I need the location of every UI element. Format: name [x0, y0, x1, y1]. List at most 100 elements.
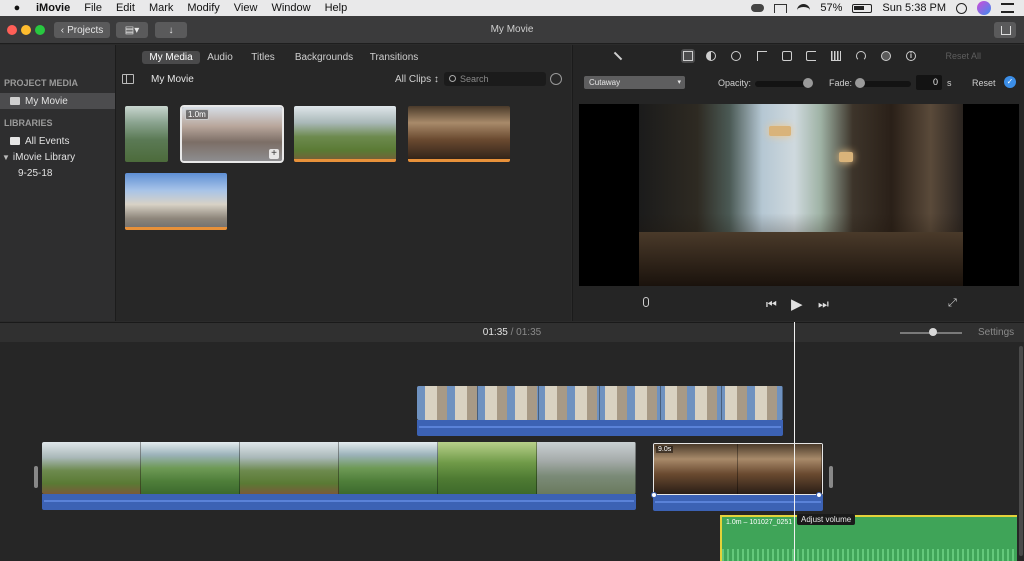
crop-icon[interactable] [755, 49, 769, 63]
media-thumbnail[interactable] [408, 106, 510, 162]
clip-appearance-icon[interactable] [550, 73, 562, 85]
video-overlay-icon[interactable] [681, 49, 695, 63]
battery-percent[interactable]: 57% [820, 2, 842, 14]
spotlight-icon[interactable] [956, 2, 967, 14]
fullscreen-icon[interactable]: ⤢ [948, 297, 960, 309]
battery-icon[interactable] [852, 3, 873, 13]
creative-cloud-icon[interactable] [751, 4, 765, 12]
overlay-mode-value: Cutaway [589, 78, 621, 87]
used-in-project-indicator [125, 227, 227, 230]
color-balance-icon[interactable] [704, 49, 718, 63]
menu-app[interactable]: iMovie [29, 2, 77, 14]
volume-icon[interactable] [804, 49, 818, 63]
trim-handle-left[interactable] [34, 466, 38, 488]
magic-wand-icon[interactable] [611, 49, 625, 63]
current-time: 01:35 [482, 327, 508, 338]
fade-unit-label: s [947, 78, 952, 88]
adjustments-bar: i Reset All [573, 45, 1024, 67]
media-thumbnail[interactable] [125, 173, 227, 230]
menu-view[interactable]: View [227, 2, 265, 14]
play-icon[interactable]: ▶ [791, 295, 803, 313]
apple-menu-icon[interactable]: ● [9, 2, 25, 14]
share-button[interactable] [994, 22, 1016, 38]
sidebar-item-my-movie[interactable]: My Movie [0, 93, 115, 109]
wifi-icon[interactable] [797, 3, 811, 13]
overlay-mode-select[interactable]: Cutaway ▾ [584, 76, 685, 89]
trim-handle-right[interactable] [829, 466, 833, 488]
cafe-scene-frame [639, 104, 963, 286]
noise-reduction-icon[interactable] [829, 49, 843, 63]
time-separator: / [510, 327, 514, 338]
tab-my-media[interactable]: My Media [142, 51, 200, 64]
counter-area [639, 232, 963, 286]
menubar-clock[interactable]: Sun 5:38 PM [882, 2, 946, 14]
libraries-sidebar: PROJECT MEDIA My Movie LIBRARIES All Eve… [0, 45, 116, 321]
menu-modify[interactable]: Modify [180, 2, 226, 14]
used-in-project-indicator [294, 159, 396, 162]
timeline-settings-button[interactable]: Settings [978, 327, 1014, 338]
browser-title: My Movie [151, 74, 194, 85]
menu-edit[interactable]: Edit [109, 2, 142, 14]
siri-icon[interactable] [977, 1, 991, 15]
media-thumbnail-selected[interactable]: 1.0m + [180, 105, 284, 163]
skip-forward-icon[interactable]: ⏭ [818, 297, 829, 312]
speed-icon[interactable] [854, 49, 868, 63]
microphone-icon[interactable] [643, 297, 649, 307]
menu-mark[interactable]: Mark [142, 2, 180, 14]
sidebar-toggle-icon[interactable] [122, 74, 134, 84]
info-icon[interactable]: i [904, 49, 918, 63]
sidebar-item-all-events[interactable]: All Events [0, 133, 115, 149]
clip-filter-select[interactable]: All Clips ↕ [395, 74, 439, 85]
color-correction-icon[interactable] [729, 49, 743, 63]
fade-handle-left[interactable] [651, 492, 657, 498]
skip-back-icon[interactable]: ⏮ [766, 297, 777, 312]
search-icon [449, 75, 456, 82]
clip-filter-icon[interactable] [879, 49, 893, 63]
fade-handle-right[interactable] [816, 492, 822, 498]
apply-checkmark-button[interactable]: ✓ [1004, 76, 1016, 88]
tab-audio[interactable]: Audio [204, 51, 236, 64]
timeline[interactable]: 9.0s 1.0m – 101027_0251 Adjust volume [0, 322, 1024, 561]
primary-clip-train[interactable] [42, 442, 636, 494]
reset-button[interactable]: Reset [972, 78, 996, 88]
overlay-controls: Cutaway ▾ Opacity: Fade: 0 s Reset ✓ [573, 73, 1024, 91]
menu-file[interactable]: File [77, 2, 109, 14]
primary-audio-waveform[interactable] [42, 494, 636, 510]
add-to-movie-icon[interactable]: + [269, 149, 279, 159]
cafe-audio-waveform[interactable] [653, 495, 823, 511]
background-music-clip[interactable]: 1.0m – 101027_0251 [720, 515, 1017, 561]
primary-clip-cafe[interactable]: 9.0s [653, 443, 823, 495]
fade-slider-knob[interactable] [855, 78, 865, 88]
media-thumbnail[interactable] [125, 106, 168, 162]
tab-transitions[interactable]: Transitions [369, 51, 419, 64]
tab-backgrounds[interactable]: Backgrounds [294, 51, 354, 64]
media-thumbnail[interactable] [294, 106, 396, 162]
cutaway-audio-waveform[interactable] [417, 420, 783, 436]
cutaway-clip[interactable] [417, 386, 783, 420]
viewer-panel: i Reset All Cutaway ▾ Opacity: Fade: 0 s… [572, 45, 1024, 321]
project-media-heading: PROJECT MEDIA [4, 78, 79, 88]
playhead[interactable] [794, 322, 795, 561]
timeline-scrollbar[interactable] [1019, 346, 1023, 556]
stabilization-icon[interactable] [780, 49, 794, 63]
menu-window[interactable]: Window [264, 2, 317, 14]
adjust-volume-tooltip: Adjust volume [797, 514, 856, 525]
timeline-zoom-knob[interactable] [929, 328, 937, 336]
media-browser: My Media Audio Titles Backgrounds Transi… [116, 45, 571, 321]
opacity-slider-knob[interactable] [803, 78, 813, 88]
browser-toolbar: My Movie All Clips ↕ Search [116, 69, 571, 89]
tab-titles[interactable]: Titles [247, 51, 279, 64]
chevron-down-icon: ▾ [677, 79, 681, 86]
video-preview[interactable] [579, 104, 1019, 286]
disclosure-triangle-icon[interactable]: ▼ [2, 153, 10, 162]
notification-center-icon[interactable] [1001, 3, 1014, 13]
menu-help[interactable]: Help [318, 2, 355, 14]
airplay-icon[interactable] [774, 3, 788, 13]
music-waveform [722, 549, 1017, 561]
fade-duration-field[interactable]: 0 [916, 75, 942, 90]
reset-all-button[interactable]: Reset All [945, 51, 981, 61]
sidebar-item-event[interactable]: 9-25-18 [0, 165, 115, 181]
sidebar-item-label: 9-25-18 [18, 167, 53, 179]
sidebar-item-imovie-library[interactable]: ▼ iMovie Library [0, 149, 115, 165]
search-input[interactable]: Search [444, 72, 546, 86]
